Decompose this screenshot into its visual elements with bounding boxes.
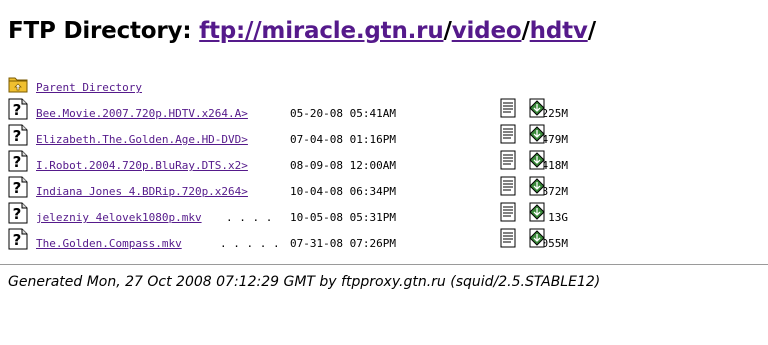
unknown-file-icon[interactable]: ? [8, 176, 28, 198]
page-title: FTP Directory: ftp://miracle.gtn.ru/vide… [8, 18, 596, 44]
parent-directory-row: Parent Directory [8, 72, 568, 98]
parent-directory-link[interactable]: Parent Directory [36, 81, 142, 94]
path-link-root[interactable]: ftp://miracle.gtn.ru [199, 18, 444, 44]
unknown-file-icon[interactable]: ? [8, 124, 28, 146]
svg-text:?: ? [13, 231, 22, 249]
title-prefix: FTP Directory: [8, 18, 192, 44]
path-separator: / [521, 18, 530, 44]
svg-text:?: ? [13, 101, 22, 119]
file-row: ? I.Robot.2004.720p.BluRay.DTS.x2> 08-09… [8, 150, 568, 176]
view-text-icon[interactable] [500, 98, 516, 118]
download-icon[interactable] [528, 228, 546, 248]
view-text-icon[interactable] [500, 150, 516, 170]
file-row: ? Bee.Movie.2007.720p.HDTV.x264.A> 05-20… [8, 98, 568, 124]
svg-text:?: ? [13, 179, 22, 197]
download-icon[interactable] [528, 150, 546, 170]
path-separator: / [443, 18, 452, 44]
view-text-icon[interactable] [500, 124, 516, 144]
file-row: ? The.Golden.Compass.mkv . . . . . 07-31… [8, 228, 568, 254]
file-size: 3225M [534, 107, 568, 120]
folder-up-icon[interactable] [8, 72, 28, 94]
path-link-video[interactable]: video [452, 18, 522, 44]
download-icon[interactable] [528, 202, 546, 222]
view-text-icon[interactable] [500, 176, 516, 196]
file-row: ? Indiana Jones 4.BDRip.720p.x264> 10-04… [8, 176, 568, 202]
svg-text:?: ? [13, 127, 22, 145]
download-icon[interactable] [528, 124, 546, 144]
file-row: ? Elizabeth.The.Golden.Age.HD-DVD> 07-04… [8, 124, 568, 150]
view-text-icon[interactable] [500, 228, 516, 248]
download-icon[interactable] [528, 176, 546, 196]
file-size: 7055M [534, 237, 568, 250]
file-size: 13G [548, 211, 568, 224]
svg-text:?: ? [13, 153, 22, 171]
file-row: ? jelezniy 4elovek1080p.mkv . . . . 10-0… [8, 202, 568, 228]
file-size: 7418M [534, 159, 568, 172]
path-link-hdtv[interactable]: hdtv [530, 18, 588, 44]
footer-signature: Generated Mon, 27 Oct 2008 07:12:29 GMT … [8, 274, 601, 290]
svg-text:?: ? [13, 205, 22, 223]
file-size: 4872M [534, 185, 568, 198]
unknown-file-icon[interactable]: ? [8, 98, 28, 120]
unknown-file-icon[interactable]: ? [8, 228, 28, 250]
horizontal-rule [0, 264, 768, 265]
unknown-file-icon[interactable]: ? [8, 202, 28, 224]
path-separator: / [587, 18, 596, 44]
view-text-icon[interactable] [500, 202, 516, 222]
download-icon[interactable] [528, 98, 546, 118]
unknown-file-icon[interactable]: ? [8, 150, 28, 172]
file-size: 4479M [534, 133, 568, 146]
